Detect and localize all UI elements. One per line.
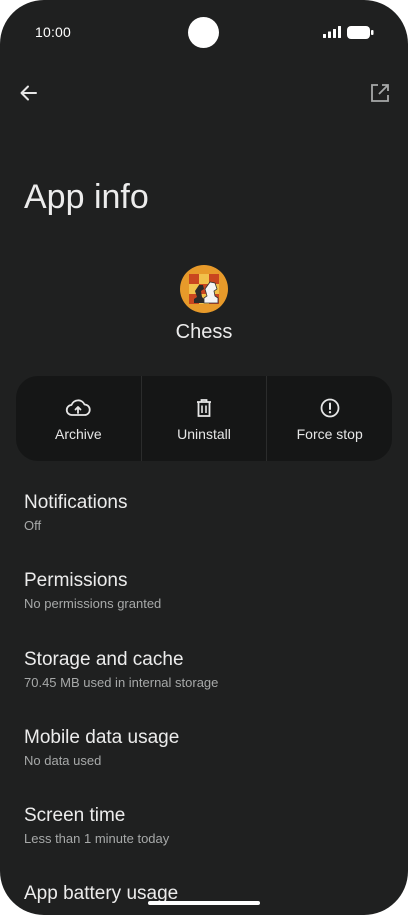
cloud-upload-icon [66,399,91,416]
settings-item-subtitle: No data used [24,753,102,768]
archive-label: Archive [54,426,102,442]
trash-icon [197,399,211,417]
uninstall-label: Uninstall [177,426,231,442]
chess-app-icon [180,265,228,313]
settings-item-mobile-data[interactable]: Mobile data usage No data used [24,726,384,770]
settings-item-title: Permissions [24,570,128,591]
page-title: App info [24,178,149,216]
phone-screen: 10:00 App info Chess Archive Uninstall F… [0,0,408,915]
settings-item-subtitle: Off [24,518,42,533]
settings-item-permissions[interactable]: Permissions No permissions granted [24,569,384,613]
settings-item-title: Notifications [24,492,128,513]
settings-item-subtitle: 70.45 MB used in internal storage [24,675,219,690]
alert-circle-icon [320,398,340,418]
signal-icon [323,26,341,38]
arrow-left-icon [20,85,37,101]
settings-item-screen-time[interactable]: Screen time Less than 1 minute today [24,804,384,848]
battery-icon [347,26,374,39]
settings-item-storage[interactable]: Storage and cache 70.45 MB used in inter… [24,648,384,692]
status-bar: 10:00 [0,0,408,66]
settings-item-subtitle: No permissions granted [24,596,162,611]
status-time: 10:00 [35,24,72,40]
settings-item-title: Screen time [24,805,126,826]
app-name: Chess [175,321,233,343]
force-stop-label: Force stop [296,426,363,442]
app-actions-panel: Archive Uninstall Force stop [16,376,392,461]
back-button[interactable] [16,80,42,106]
uninstall-button[interactable]: Uninstall [140,376,267,461]
open-app-button[interactable] [367,80,393,106]
settings-item-title: Mobile data usage [24,727,180,748]
home-indicator[interactable] [148,901,260,905]
settings-item-title: Storage and cache [24,649,184,670]
settings-item-notifications[interactable]: Notifications Off [24,491,384,535]
open-in-new-icon [371,84,389,102]
force-stop-button[interactable]: Force stop [266,376,392,461]
settings-item-subtitle: Less than 1 minute today [24,831,170,846]
camera-cutout [188,17,219,48]
archive-button[interactable]: Archive [16,376,141,461]
